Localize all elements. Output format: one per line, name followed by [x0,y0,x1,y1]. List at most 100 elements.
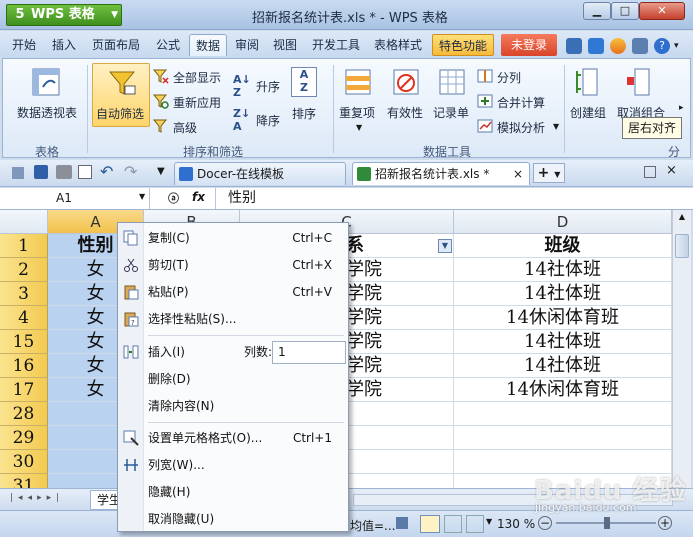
record-form-button[interactable]: 记录单 [433,104,469,121]
create-group-button[interactable]: 创建组 [570,104,606,121]
print-icon[interactable] [56,165,72,179]
fx-button[interactable]: fx [192,190,205,204]
row-header[interactable]: 16 [0,354,48,378]
cell-d[interactable]: 14社体班 [454,330,672,354]
page-break-view-icon[interactable] [466,515,484,533]
duplicates-button[interactable]: 重复项 [339,104,375,121]
scroll-up-icon[interactable]: ▲ [675,212,689,226]
zoom-out-icon[interactable]: − [538,516,552,530]
menu-item-hide[interactable]: 隐藏(H) [118,479,348,506]
sort-asc-button[interactable]: 升序 [256,78,280,95]
page-layout-view-icon[interactable] [444,515,462,533]
cell-d[interactable]: 14社体班 [454,354,672,378]
wps-logo-button[interactable]: 5 WPS 表格 ▼ [6,4,122,26]
row-header[interactable]: 17 [0,378,48,402]
advanced-filter-button[interactable]: 高级 [173,119,197,136]
menu-item-insert[interactable]: 插入(I) 列数: 1 [118,339,348,366]
filter-dropdown-icon[interactable]: ▼ [438,239,452,253]
autofilter-button[interactable]: 自动筛选 [92,63,150,127]
restore-window-icon[interactable] [644,166,656,178]
sort-desc-button[interactable]: 降序 [256,112,280,129]
row-header[interactable]: 4 [0,306,48,330]
tab-formula[interactable]: 公式 [150,34,186,56]
row-header[interactable]: 3 [0,282,48,306]
menu-item-delete[interactable]: 删除(D) [118,366,348,393]
new-tab-button[interactable]: + ▼ [533,163,565,183]
row-header[interactable]: 31 [0,474,48,488]
menu-item-paste[interactable]: 粘贴(P) Ctrl+V [118,279,348,306]
vertical-scrollbar[interactable]: ▲ [672,210,691,488]
row-header[interactable]: 2 [0,258,48,282]
skin-icon[interactable] [610,38,626,54]
what-if-button[interactable]: 模拟分析 [497,119,545,136]
menu-item-cut[interactable]: 剪切(T) Ctrl+X [118,252,348,279]
menu-item-unhide[interactable]: 取消隐藏(U) [118,506,348,533]
menu-item-format-cells[interactable]: 设置单元格格式(O)... Ctrl+1 [118,425,348,452]
tab-review[interactable]: 审阅 [229,34,265,56]
reapply-button[interactable]: 重新应用 [173,94,221,111]
tab-developer[interactable]: 开发工具 [306,34,366,56]
save-status-icon[interactable] [396,517,408,529]
zoom-slider-thumb[interactable] [604,517,610,529]
tab-table-style[interactable]: 表格样式 [368,34,428,56]
name-box[interactable]: A1 [0,188,150,209]
formula-input[interactable]: 性别 [215,188,693,209]
pivot-table-button[interactable]: 数据透视表 [17,104,77,121]
split-column-button[interactable]: 分列 [497,69,521,86]
print-preview-icon[interactable] [78,165,92,179]
shirt-icon[interactable] [632,38,648,54]
help-icon[interactable]: ? [654,38,670,54]
redo-icon[interactable]: ↷ [124,162,137,181]
tab-view[interactable]: 视图 [267,34,303,56]
row-header[interactable]: 15 [0,330,48,354]
chevron-down-icon[interactable]: ▼ [486,517,492,526]
chevron-down-icon[interactable]: ▾ [674,41,679,51]
cell-d[interactable]: 14休闲体育班 [454,378,672,402]
tab-document[interactable]: 招新报名统计表.xls * × [352,162,530,185]
normal-view-icon[interactable] [420,515,440,533]
row-header[interactable]: 28 [0,402,48,426]
tab-home[interactable]: 开始 [6,34,42,56]
scroll-thumb[interactable] [675,234,689,258]
login-button[interactable]: 未登录 [501,34,558,56]
sheet-nav-icons[interactable]: |◂◂▸▸| [10,493,64,503]
close-button[interactable]: ✕ [639,2,685,20]
collapse-ribbon-icon[interactable] [566,38,582,54]
menu-item-column-width[interactable]: 列宽(W)... [118,452,348,479]
cell-d[interactable]: 14社体班 [454,282,672,306]
validity-button[interactable]: 有效性 [387,104,423,121]
function-wizard-icon[interactable]: ⓐ [168,190,179,206]
docer-icon[interactable] [588,38,604,54]
menu-item-paste-special[interactable]: ? 选择性粘贴(S)... [118,306,348,333]
column-header-d[interactable]: D [454,210,672,234]
new-file-icon[interactable] [12,167,24,179]
tab-insert[interactable]: 插入 [46,34,82,56]
close-tab-icon[interactable]: × [513,163,523,185]
merge-calc-button[interactable]: 合并计算 [497,94,545,111]
undo-icon[interactable]: ↶ [100,162,113,181]
cell-d[interactable]: 班级 [454,234,672,258]
chevron-down-icon[interactable]: ▼ [139,192,145,201]
cell-d[interactable] [454,426,672,450]
tab-special-features[interactable]: 特色功能 [432,34,495,56]
show-all-button[interactable]: 全部显示 [173,69,221,86]
chevron-right-icon[interactable]: ▸ [679,103,684,113]
row-header[interactable]: 1 [0,234,48,258]
sort-button[interactable]: 排序 [292,105,316,122]
menu-item-clear-contents[interactable]: 清除内容(N) [118,393,348,420]
select-all-corner[interactable] [0,210,48,234]
customize-toolbar-icon[interactable]: ▼ [157,166,165,177]
close-doc-icon[interactable]: × [666,163,677,178]
minimize-button[interactable]: ▁ [583,2,611,20]
cell-d[interactable]: 14休闲体育班 [454,306,672,330]
tab-data[interactable]: 数据 [189,34,228,56]
save-icon[interactable] [34,165,48,179]
zoom-in-icon[interactable]: + [658,516,672,530]
menu-item-copy[interactable]: 复制(C) Ctrl+C [118,225,348,252]
zoom-level[interactable]: 130 % [497,517,535,531]
row-header[interactable]: 30 [0,450,48,474]
cell-d[interactable]: 14社体班 [454,258,672,282]
cell-d[interactable] [454,402,672,426]
maximize-button[interactable]: □ [611,2,639,20]
row-header[interactable]: 29 [0,426,48,450]
